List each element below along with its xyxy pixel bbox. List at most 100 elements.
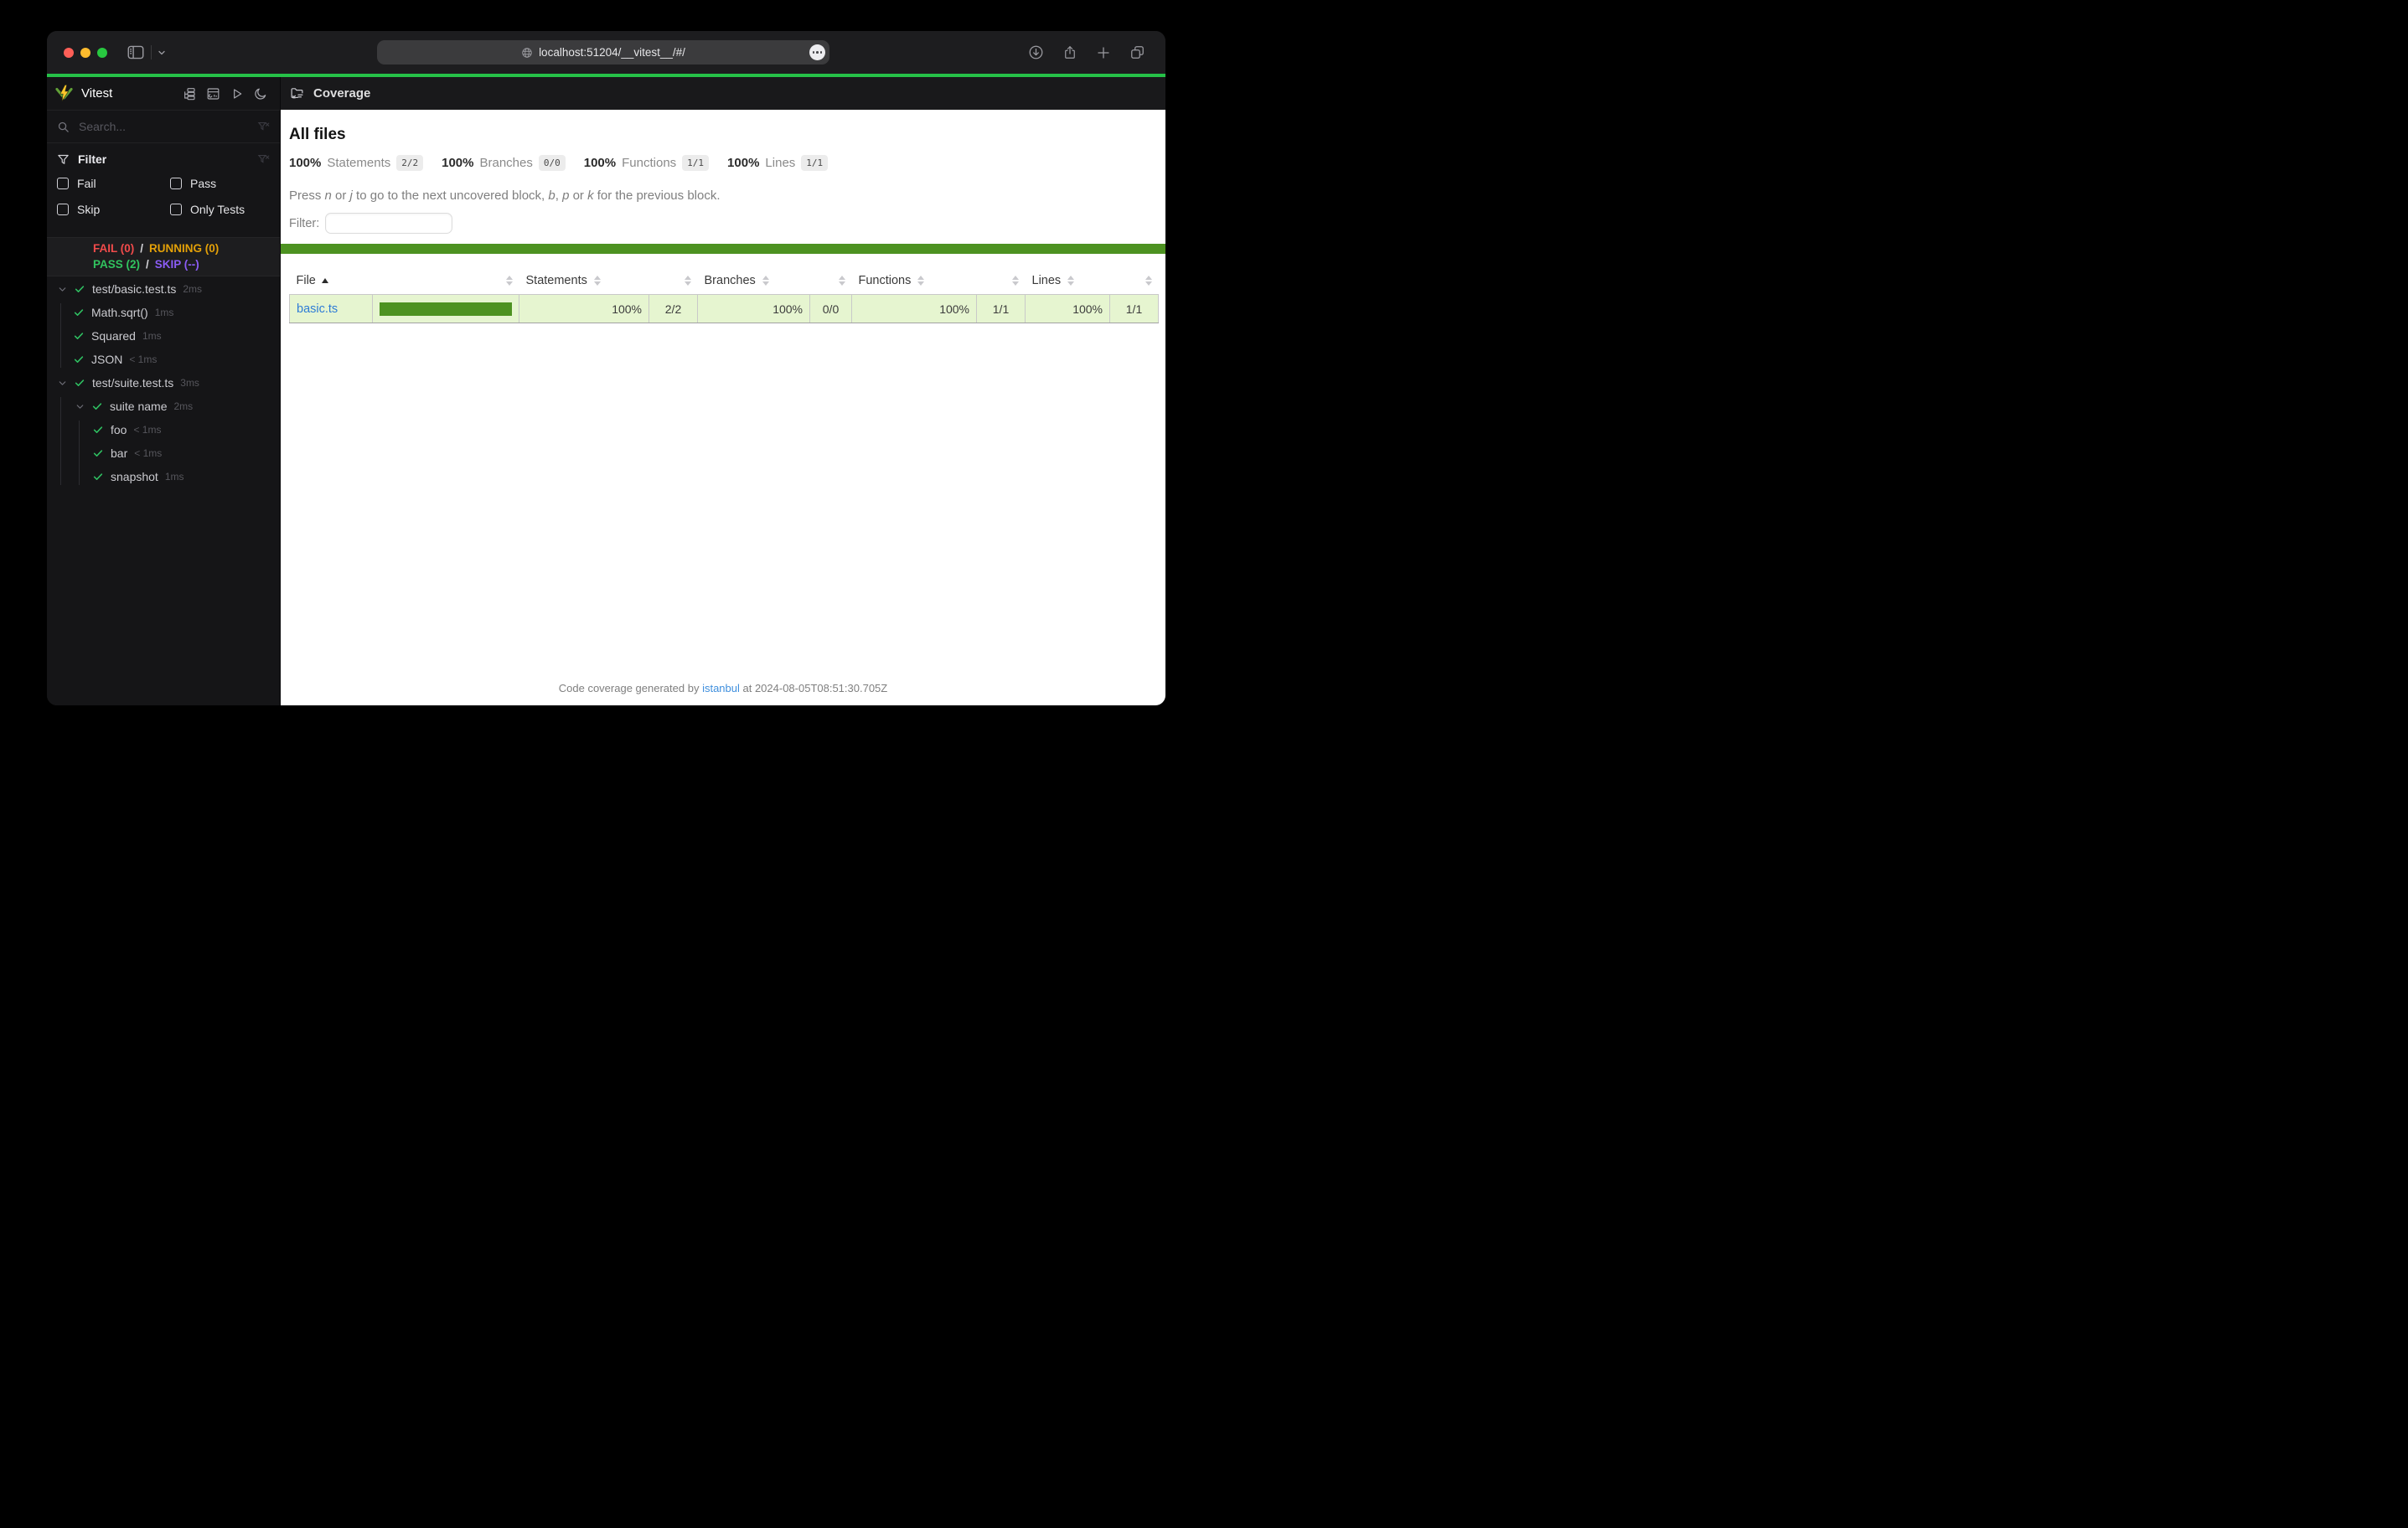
sort-arrows-icon[interactable] bbox=[684, 276, 691, 286]
browser-toolbar: localhost:51204/__vitest__/#/ bbox=[47, 31, 1165, 74]
filter-section: Filter Fail Pass Skip Only Tests bbox=[47, 143, 280, 227]
tree-indent-guide bbox=[79, 421, 80, 485]
page-title: Coverage bbox=[313, 86, 371, 101]
checkbox-icon[interactable] bbox=[170, 204, 182, 215]
tree-item-test-basic-test-ts[interactable]: test/basic.test.ts 2ms bbox=[47, 277, 280, 301]
checkbox-label: Skip bbox=[77, 203, 101, 216]
filter-option-pass[interactable]: Pass bbox=[170, 177, 270, 190]
new-tab-icon[interactable] bbox=[1096, 45, 1111, 60]
status-running: RUNNING (0) bbox=[149, 242, 220, 255]
search-row bbox=[47, 111, 280, 143]
col-header-frac-sort[interactable] bbox=[977, 267, 1026, 295]
sort-arrows-icon[interactable] bbox=[838, 276, 845, 286]
summary-fraction-badge: 2/2 bbox=[396, 155, 424, 171]
minimize-button[interactable] bbox=[80, 47, 90, 58]
run-all-icon[interactable] bbox=[230, 87, 244, 101]
checkbox-icon[interactable] bbox=[57, 178, 69, 189]
col-header-file[interactable]: File bbox=[290, 267, 373, 295]
tree-item-squared[interactable]: Squared 1ms bbox=[47, 324, 280, 348]
test-name: Squared bbox=[91, 329, 136, 343]
sidebar-toggle-icon[interactable] bbox=[127, 31, 144, 74]
fraction-cell: 1/1 bbox=[1109, 294, 1159, 323]
chevron-down-icon[interactable] bbox=[57, 284, 68, 295]
col-header-frac-sort[interactable] bbox=[649, 267, 698, 295]
tree-item-json[interactable]: JSON < 1ms bbox=[47, 348, 280, 371]
chevron-down-icon[interactable] bbox=[75, 401, 85, 412]
sort-arrows-icon[interactable] bbox=[917, 276, 925, 286]
sort-arrows-icon[interactable] bbox=[1067, 276, 1075, 286]
fraction-cell: 0/0 bbox=[809, 294, 852, 323]
filter-option-skip[interactable]: Skip bbox=[57, 203, 170, 216]
tree-item-test-suite-test-ts[interactable]: test/suite.test.ts 3ms bbox=[47, 371, 280, 395]
filter-title: Filter bbox=[78, 152, 107, 166]
checkbox-label: Only Tests bbox=[190, 203, 245, 216]
percent-cell: 100% bbox=[697, 294, 810, 323]
clear-filter-icon[interactable] bbox=[257, 153, 270, 166]
share-icon[interactable] bbox=[1062, 44, 1077, 60]
sort-arrows-icon[interactable] bbox=[593, 276, 601, 286]
sort-arrows-icon[interactable] bbox=[1145, 276, 1152, 286]
summary-functions: 100% Functions 1/1 bbox=[584, 155, 710, 171]
summary-fraction-badge: 0/0 bbox=[538, 155, 566, 171]
more-options-icon[interactable] bbox=[809, 44, 825, 60]
filter-option-fail[interactable]: Fail bbox=[57, 177, 170, 190]
file-link[interactable]: basic.ts bbox=[297, 302, 338, 316]
tree-item-foo[interactable]: foo < 1ms bbox=[47, 418, 280, 441]
tree-item-snapshot[interactable]: snapshot 1ms bbox=[47, 465, 280, 488]
col-header-frac-sort[interactable] bbox=[1110, 267, 1159, 295]
address-bar[interactable]: localhost:51204/__vitest__/#/ bbox=[377, 40, 829, 65]
sort-arrows-icon[interactable] bbox=[762, 276, 769, 286]
col-header-bar-sort[interactable] bbox=[373, 267, 519, 295]
checkbox-label: Pass bbox=[190, 177, 217, 190]
istanbul-link[interactable]: istanbul bbox=[702, 682, 740, 694]
dashboard-report-icon[interactable] bbox=[206, 87, 220, 101]
vitest-sidebar: Vitest Search... Filter Fail Pass Skip O… bbox=[47, 77, 281, 705]
clear-search-filter-icon[interactable] bbox=[257, 121, 270, 133]
col-header-frac-sort[interactable] bbox=[810, 267, 852, 295]
percent-cell: 100% bbox=[1025, 294, 1110, 323]
toolbar-actions bbox=[1028, 31, 1145, 74]
status-line: PASS (2) / SKIP (--) bbox=[93, 256, 280, 272]
tree-item-math-sqrt[interactable]: Math.sqrt() 1ms bbox=[47, 301, 280, 324]
coverage-summary: 100% Statements 2/2 100% Branches 0/0 100% Func… bbox=[289, 155, 1157, 171]
summary-percent: 100% bbox=[289, 156, 322, 170]
summary-label: Statements bbox=[327, 156, 391, 170]
test-name: Math.sqrt() bbox=[91, 306, 148, 319]
col-header-statements[interactable]: Statements bbox=[519, 267, 649, 295]
dark-mode-toggle-icon[interactable] bbox=[254, 87, 267, 101]
checkbox-icon[interactable] bbox=[57, 204, 69, 215]
sidebar-actions bbox=[183, 87, 267, 101]
tree-item-suite-name[interactable]: suite name 2ms bbox=[47, 395, 280, 418]
coverage-filter-input[interactable] bbox=[325, 213, 453, 234]
downloads-icon[interactable] bbox=[1028, 44, 1044, 60]
toolbar-divider bbox=[151, 45, 152, 59]
col-header-branches[interactable]: Branches bbox=[698, 267, 810, 295]
summary-fraction-badge: 1/1 bbox=[801, 155, 829, 171]
checkbox-label: Fail bbox=[77, 177, 96, 190]
tab-overview-icon[interactable] bbox=[1129, 44, 1145, 60]
tab-group-chevron-icon[interactable] bbox=[157, 31, 167, 74]
test-name: JSON bbox=[91, 353, 123, 366]
close-button[interactable] bbox=[64, 47, 74, 58]
search-input[interactable] bbox=[77, 119, 257, 134]
sort-arrows-icon[interactable] bbox=[505, 276, 513, 286]
checkbox-icon[interactable] bbox=[170, 178, 182, 189]
status-sep: / bbox=[146, 258, 149, 271]
pass-check-icon bbox=[74, 283, 85, 295]
table-row: basic.ts 100% 2/2 100% 0/0 100% 1/1 100% 1/1 bbox=[289, 294, 1159, 323]
test-duration: 2ms bbox=[173, 400, 194, 412]
coverage-content: All files 100% Statements 2/2 100% Branches 0… bbox=[281, 110, 1165, 705]
summary-statements: 100% Statements 2/2 bbox=[289, 155, 424, 171]
sort-arrows-icon[interactable] bbox=[1011, 276, 1019, 286]
tree-indent-guide bbox=[60, 303, 61, 368]
fraction-cell: 2/2 bbox=[649, 294, 698, 323]
coverage-table: File Statements Branches Functions Lines bas… bbox=[289, 267, 1159, 323]
filter-option-only-tests[interactable]: Only Tests bbox=[170, 203, 270, 216]
test-tree-icon[interactable] bbox=[183, 87, 196, 101]
col-header-lines[interactable]: Lines bbox=[1026, 267, 1110, 295]
chevron-down-icon[interactable] bbox=[57, 378, 68, 389]
zoom-button[interactable] bbox=[97, 47, 107, 58]
pass-check-icon bbox=[73, 307, 85, 318]
tree-item-bar[interactable]: bar < 1ms bbox=[47, 441, 280, 465]
col-header-functions[interactable]: Functions bbox=[852, 267, 977, 295]
